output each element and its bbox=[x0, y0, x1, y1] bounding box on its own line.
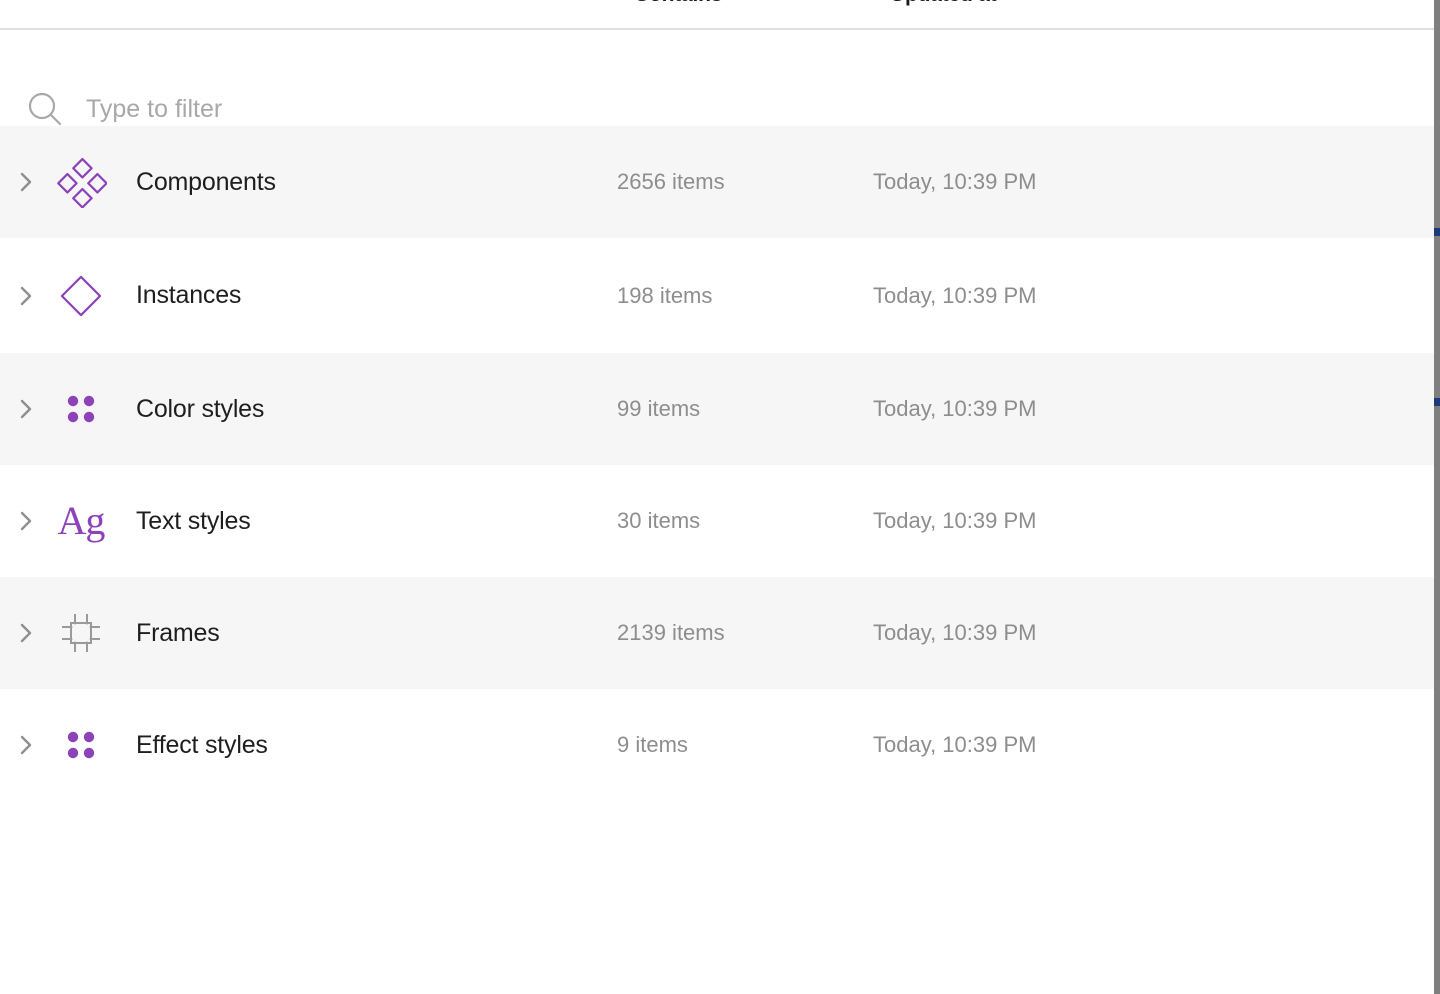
list-item[interactable]: Color styles 99 items Today, 10:39 PM bbox=[0, 353, 1434, 465]
text-styles-ag-icon: Ag bbox=[55, 495, 107, 547]
list-item-name: Text styles bbox=[136, 506, 251, 535]
search-input[interactable] bbox=[86, 91, 606, 127]
column-header-updated-at: Updated at bbox=[890, 0, 997, 7]
list-item-updated-at: Today, 10:39 PM bbox=[873, 732, 1037, 757]
list-item-updated-at: Today, 10:39 PM bbox=[873, 282, 1037, 308]
list-item-name: Effect styles bbox=[136, 730, 268, 759]
list-item-updated-at: Today, 10:39 PM bbox=[873, 169, 1037, 194]
list-item-contains: 198 items bbox=[617, 282, 713, 308]
asset-category-list: Components 2656 items Today, 10:39 PM In… bbox=[0, 126, 1434, 994]
chevron-right-icon[interactable] bbox=[16, 509, 36, 533]
list-item-name: Components bbox=[136, 167, 276, 196]
chevron-right-icon[interactable] bbox=[16, 733, 36, 757]
list-item-contains: 2139 items bbox=[617, 620, 725, 645]
frame-icon bbox=[55, 607, 107, 659]
chevron-right-icon[interactable] bbox=[16, 170, 36, 194]
components-icon bbox=[55, 156, 107, 208]
filter-bar bbox=[0, 30, 1434, 127]
library-assets-panel: Contains Updated at bbox=[0, 0, 1440, 994]
scrollbar-marker bbox=[1434, 398, 1440, 406]
list-item[interactable]: Frames 2139 items Today, 10:39 PM bbox=[0, 577, 1434, 689]
list-item-contains: 30 items bbox=[617, 508, 701, 533]
list-item-contains: 99 items bbox=[617, 396, 701, 421]
list-item-updated-at: Today, 10:39 PM bbox=[873, 508, 1037, 533]
text-styles-ag-glyph: Ag bbox=[57, 498, 106, 543]
chevron-right-icon[interactable] bbox=[16, 284, 36, 308]
chevron-right-icon[interactable] bbox=[16, 397, 36, 421]
list-item-name: Frames bbox=[136, 618, 220, 647]
list-item-name: Color styles bbox=[136, 394, 265, 423]
instance-diamond-icon bbox=[55, 270, 107, 322]
list-item[interactable]: Components 2656 items Today, 10:39 PM bbox=[0, 126, 1434, 238]
effect-styles-dots-icon bbox=[55, 719, 107, 771]
vertical-scrollbar[interactable] bbox=[1434, 0, 1440, 994]
list-item-updated-at: Today, 10:39 PM bbox=[873, 396, 1037, 421]
list-item-updated-at: Today, 10:39 PM bbox=[873, 620, 1037, 645]
list-item-name: Instances bbox=[136, 281, 242, 309]
list-item-contains: 9 items bbox=[617, 732, 688, 757]
column-header-row: Contains Updated at bbox=[0, 0, 1434, 28]
chevron-right-icon[interactable] bbox=[16, 621, 36, 645]
scrollbar-marker bbox=[1434, 228, 1440, 236]
list-item[interactable]: Ag Text styles 30 items Today, 10:39 PM bbox=[0, 465, 1434, 577]
list-item[interactable]: Effect styles 9 items Today, 10:39 PM bbox=[0, 689, 1434, 801]
list-item-contains: 2656 items bbox=[617, 169, 725, 194]
search-icon bbox=[27, 91, 63, 127]
list-item[interactable]: Instances 198 items Today, 10:39 PM bbox=[0, 238, 1434, 353]
column-header-contains: Contains bbox=[634, 0, 722, 7]
color-styles-dots-icon bbox=[55, 383, 107, 435]
